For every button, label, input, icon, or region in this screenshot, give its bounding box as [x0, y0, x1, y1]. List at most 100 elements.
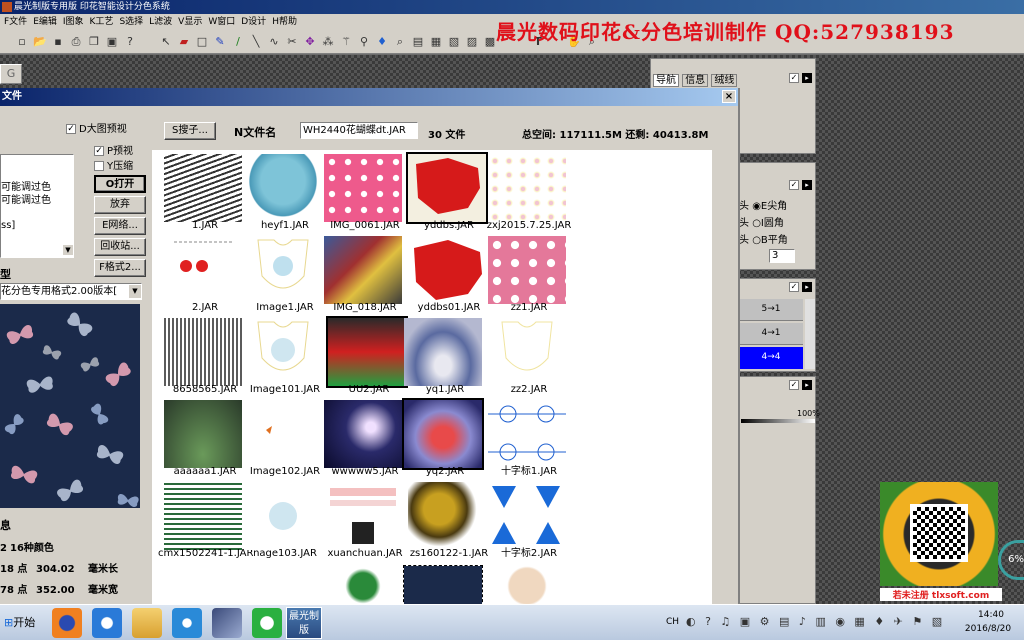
- panel-checkbox[interactable]: ✓: [789, 380, 799, 390]
- file-item[interactable]: nage103.JAR: [244, 482, 324, 560]
- file-item[interactable]: cmx1502241-1.JAR: [158, 482, 253, 560]
- file-item[interactable]: yddbs.JAR: [406, 152, 488, 232]
- panel-checkbox[interactable]: ✓: [789, 73, 799, 83]
- file-item[interactable]: Image101.JAR: [244, 318, 324, 396]
- format-select[interactable]: 花分色专用格式2.00版本[ ▼: [0, 283, 142, 300]
- layer-row[interactable]: 5→1: [739, 299, 803, 321]
- file-item[interactable]: yddbs01.JAR: [408, 236, 488, 314]
- curve-icon[interactable]: ∿: [266, 34, 282, 50]
- file-item[interactable]: yq2.JAR: [402, 398, 484, 478]
- file-item[interactable]: wwwww5.JAR: [324, 400, 404, 478]
- p-preview-checkbox[interactable]: ✓ P预视: [94, 142, 133, 157]
- open-folder-icon[interactable]: 📂: [32, 34, 48, 50]
- language-indicator[interactable]: CH: [666, 617, 679, 627]
- file-item[interactable]: xuanchuan.JAR: [324, 482, 404, 560]
- panel-menu-arrow-icon[interactable]: ▸: [802, 73, 812, 83]
- file-item[interactable]: 2.JAR: [164, 236, 244, 314]
- pen-icon[interactable]: ✎: [212, 34, 228, 50]
- file-item[interactable]: zxj2015.7.25.JAR: [487, 154, 571, 232]
- start-button[interactable]: ⊞开始: [0, 609, 44, 637]
- radio-row[interactable]: 头 ○I圆角: [739, 214, 784, 229]
- copy-icon[interactable]: ❐: [86, 34, 102, 50]
- network-button[interactable]: E网络...: [94, 217, 146, 235]
- y-compress-checkbox[interactable]: Y压缩: [94, 157, 133, 172]
- grid-icon[interactable]: ▦: [428, 34, 444, 50]
- layer-row-selected[interactable]: 4→4: [739, 347, 803, 369]
- brush-icon[interactable]: /: [230, 34, 246, 50]
- active-app-button[interactable]: 晨光制版: [286, 607, 322, 639]
- big-preview-checkbox[interactable]: ✓ D大图预视: [66, 120, 127, 135]
- channel-icon[interactable]: ▨: [464, 34, 480, 50]
- print-icon[interactable]: ⎙: [68, 34, 84, 50]
- file-explorer-icon[interactable]: [132, 608, 162, 638]
- file-item[interactable]: zs160122-1.JAR: [408, 482, 488, 560]
- menu-item[interactable]: F文件: [4, 17, 27, 27]
- chevron-down-icon[interactable]: ▼: [129, 285, 141, 298]
- tab-info[interactable]: 信息: [682, 74, 709, 87]
- close-icon[interactable]: ×: [722, 90, 736, 103]
- firefox-icon[interactable]: [52, 608, 82, 638]
- scissors-icon[interactable]: ✂: [284, 34, 300, 50]
- pointer-icon[interactable]: ↖: [158, 34, 174, 50]
- file-item[interactable]: zz1.JAR: [488, 236, 568, 314]
- file-item[interactable]: UU2.JAR: [326, 316, 408, 396]
- panel-checkbox[interactable]: ✓: [789, 282, 799, 292]
- menu-item[interactable]: E编辑: [33, 17, 57, 27]
- save-icon[interactable]: ▪: [50, 34, 66, 50]
- file-item[interactable]: heyf1.JAR: [244, 154, 324, 232]
- media-player-icon[interactable]: [172, 608, 202, 638]
- tab-yarn[interactable]: 绒线: [711, 74, 738, 87]
- radio-row[interactable]: 头 ◉E尖角: [739, 197, 787, 212]
- menu-item[interactable]: S选择: [119, 17, 143, 27]
- file-item[interactable]: 1.JAR: [164, 154, 244, 232]
- menu-item[interactable]: K工艺: [90, 17, 114, 27]
- move-icon[interactable]: ✥: [302, 34, 318, 50]
- value-field[interactable]: 3: [769, 249, 795, 263]
- cancel-button[interactable]: 放弃: [94, 196, 146, 214]
- file-item[interactable]: 十字标2.JAR: [488, 482, 568, 560]
- format-button[interactable]: F格式2...: [94, 259, 146, 277]
- open-button[interactable]: O打开: [94, 175, 146, 193]
- color-slider[interactable]: [741, 419, 815, 423]
- radio-row[interactable]: 头 ○B平角: [739, 231, 788, 246]
- menu-item[interactable]: D设计: [241, 17, 266, 27]
- file-item[interactable]: zz2.JAR: [488, 318, 568, 396]
- file-item[interactable]: Image102.JAR: [244, 400, 324, 478]
- rectangle-icon[interactable]: □: [194, 34, 210, 50]
- line-icon[interactable]: ╲: [248, 34, 264, 50]
- remote-desktop-icon[interactable]: [212, 608, 242, 638]
- eraser-icon[interactable]: ▰: [176, 34, 192, 50]
- file-item[interactable]: IMG_0061.JAR: [324, 154, 404, 232]
- layer-row[interactable]: 4→1: [739, 323, 803, 345]
- file-item[interactable]: yq1.JAR: [404, 318, 484, 396]
- menu-item[interactable]: L滤波: [149, 17, 172, 27]
- wechat-icon[interactable]: [252, 608, 282, 638]
- filename-input[interactable]: WH2440花蝴蝶dt.JAR: [300, 122, 418, 139]
- panel-menu-arrow-icon[interactable]: ▸: [802, 180, 812, 190]
- left-tab[interactable]: G: [0, 64, 22, 84]
- layers-scrollbar[interactable]: [805, 299, 815, 369]
- internet-explorer-icon[interactable]: [92, 608, 122, 638]
- file-item[interactable]: Image1.JAR: [244, 236, 324, 314]
- panel-checkbox[interactable]: ✓: [789, 180, 799, 190]
- file-grid-scrollbar[interactable]: [712, 150, 726, 604]
- file-item[interactable]: 十字标1.JAR: [488, 400, 568, 478]
- scroll-down-icon[interactable]: ▼: [63, 245, 73, 255]
- tab-navigation[interactable]: 导航: [653, 74, 679, 87]
- panel-menu-arrow-icon[interactable]: ▸: [802, 380, 812, 390]
- layers-icon[interactable]: ▧: [446, 34, 462, 50]
- search-button[interactable]: S搜子...: [164, 122, 216, 140]
- frame-icon[interactable]: ▤: [410, 34, 426, 50]
- zoom-icon[interactable]: ⌕: [392, 34, 408, 50]
- file-item[interactable]: 8658565.JAR: [164, 318, 244, 396]
- recycle-bin-button[interactable]: 回收站...: [94, 238, 146, 256]
- menu-item[interactable]: I图象: [63, 17, 84, 27]
- wand-icon[interactable]: ⚚: [338, 34, 354, 50]
- dropper-icon[interactable]: ⚲: [356, 34, 372, 50]
- panel-menu-arrow-icon[interactable]: ▸: [802, 282, 812, 292]
- help-icon[interactable]: ?: [122, 34, 138, 50]
- file-item[interactable]: IMG_018.JAR: [324, 236, 404, 314]
- menu-item[interactable]: W窗口: [208, 17, 235, 27]
- file-item[interactable]: aaaaaa1.JAR: [164, 400, 244, 478]
- paste-icon[interactable]: ▣: [104, 34, 120, 50]
